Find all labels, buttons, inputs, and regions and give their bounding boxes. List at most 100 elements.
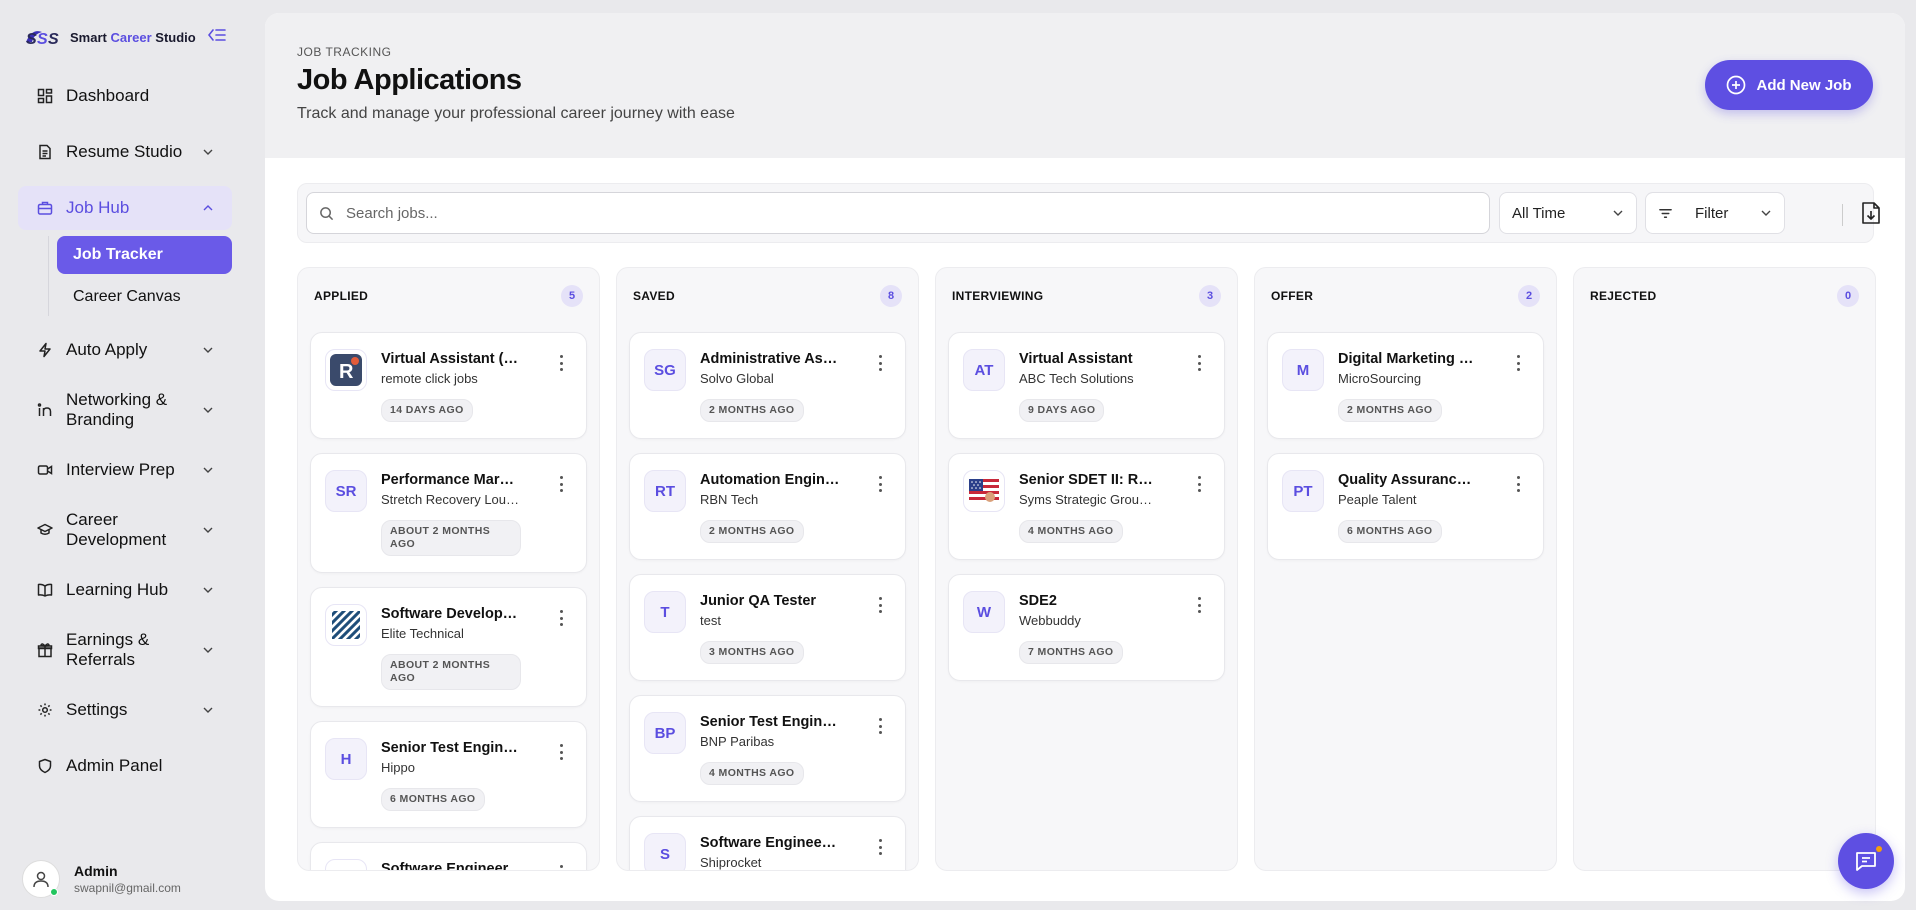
more-options-icon[interactable] bbox=[1196, 355, 1202, 371]
sidebar-item-dashboard[interactable]: Dashboard bbox=[18, 74, 232, 118]
time-badge: 9 DAYS AGO bbox=[1019, 399, 1105, 422]
job-title: Virtual Assistant (Full-Time) bbox=[381, 351, 521, 367]
online-status-dot bbox=[50, 888, 58, 896]
export-button[interactable] bbox=[1855, 197, 1887, 229]
svg-text:R: R bbox=[339, 361, 354, 383]
more-options-icon[interactable] bbox=[558, 865, 564, 870]
user-profile[interactable]: Admin swapnil@gmail.com bbox=[22, 860, 181, 898]
search-box bbox=[306, 192, 1490, 234]
sidebar-item-career-canvas[interactable]: Career Canvas bbox=[57, 278, 232, 316]
notification-dot bbox=[1876, 846, 1882, 852]
more-options-icon[interactable] bbox=[558, 610, 564, 626]
company-name: Solvo Global bbox=[700, 371, 774, 386]
document-icon bbox=[36, 143, 54, 161]
toolbar: All Time Filter bbox=[297, 183, 1880, 243]
sidebar-item-career-development[interactable]: Career Development bbox=[18, 504, 232, 556]
more-options-icon[interactable] bbox=[1515, 476, 1521, 492]
company-name: Hippo bbox=[381, 760, 415, 775]
column-count-badge: 8 bbox=[880, 285, 902, 307]
job-title: SDE2 bbox=[1019, 593, 1057, 609]
more-options-icon[interactable] bbox=[877, 718, 883, 734]
company-name: Webbuddy bbox=[1019, 613, 1081, 628]
column-count-badge: 2 bbox=[1518, 285, 1540, 307]
sidebar-item-networking-branding[interactable]: Networking & Branding bbox=[18, 384, 232, 436]
chevron-down-icon bbox=[203, 467, 213, 473]
add-new-job-button[interactable]: Add New Job bbox=[1705, 60, 1873, 110]
time-badge: 7 MONTHS AGO bbox=[1019, 641, 1123, 664]
sidebar-item-resume-studio[interactable]: Resume Studio bbox=[18, 130, 232, 174]
sidebar-item-job-tracker[interactable]: Job Tracker bbox=[57, 236, 232, 274]
svg-text:S: S bbox=[37, 31, 48, 48]
job-card[interactable]: H Senior Test Engineer Hippo 6 MONTHS AG… bbox=[310, 721, 587, 828]
job-card[interactable]: SR Performance Marketing Manager Stretch… bbox=[310, 453, 587, 573]
job-card[interactable]: AT Virtual Assistant ABC Tech Solutions … bbox=[948, 332, 1225, 439]
chat-support-button[interactable] bbox=[1838, 833, 1894, 889]
sidebar-item-learning-hub[interactable]: Learning Hub bbox=[18, 568, 232, 612]
job-card[interactable]: M Digital Marketing & SEO MicroSourcing … bbox=[1267, 332, 1544, 439]
job-card[interactable]: BP Senior Test Engineer BNP Paribas 4 MO… bbox=[629, 695, 906, 802]
sidebar-item-job-hub[interactable]: Job Hub bbox=[18, 186, 232, 230]
more-options-icon[interactable] bbox=[1196, 597, 1202, 613]
company-initials: H bbox=[325, 738, 367, 780]
sidebar-item-earnings-referrals[interactable]: Earnings & Referrals bbox=[18, 624, 232, 676]
column-offer: OFFER 2 M Digital Marketing & SEO MicroS… bbox=[1254, 267, 1557, 871]
job-card[interactable]: T Junior QA Tester test 3 MONTHS AGO bbox=[629, 574, 906, 681]
job-title: Administrative Assistant bbox=[700, 351, 840, 367]
column-rejected: REJECTED 0 bbox=[1573, 267, 1876, 871]
collapse-sidebar-icon[interactable] bbox=[207, 28, 226, 47]
column-count-badge: 0 bbox=[1837, 285, 1859, 307]
avatar bbox=[22, 860, 60, 898]
toolbar-divider bbox=[1842, 204, 1843, 226]
user-email: swapnil@gmail.com bbox=[74, 881, 181, 895]
job-card[interactable]: RT Automation Engineer RBN Tech 2 MONTHS… bbox=[629, 453, 906, 560]
svg-text:S: S bbox=[26, 31, 37, 48]
more-options-icon[interactable] bbox=[877, 597, 883, 613]
chevron-down-icon bbox=[1761, 210, 1771, 216]
job-card[interactable]: Software Development Engineer Elite Tech… bbox=[310, 587, 587, 707]
more-options-icon[interactable] bbox=[558, 355, 564, 371]
company-name: test bbox=[700, 613, 721, 628]
more-options-icon[interactable] bbox=[558, 744, 564, 760]
sidebar-item-auto-apply[interactable]: Auto Apply bbox=[18, 328, 232, 372]
user-icon bbox=[33, 871, 49, 888]
company-logo: R bbox=[325, 349, 367, 391]
job-card[interactable]: S Software Engineer / Developer Shiprock… bbox=[629, 816, 906, 870]
more-options-icon[interactable] bbox=[877, 476, 883, 492]
user-name: Admin bbox=[74, 863, 118, 879]
job-title: Software Engineer bbox=[381, 861, 509, 871]
more-options-icon[interactable] bbox=[877, 355, 883, 371]
job-card[interactable]: PT Quality Assurance Analyst Peaple Tale… bbox=[1267, 453, 1544, 560]
time-badge: 3 MONTHS AGO bbox=[700, 641, 804, 664]
time-filter-select[interactable]: All Time bbox=[1499, 192, 1637, 234]
sidebar-item-settings[interactable]: Settings bbox=[18, 688, 232, 732]
more-options-icon[interactable] bbox=[1196, 476, 1202, 492]
chevron-down-icon bbox=[1613, 210, 1623, 216]
job-card[interactable]: Senior SDET II: Remote Syms Strategic Gr… bbox=[948, 453, 1225, 560]
job-card[interactable]: W SDE2 Webbuddy 7 MONTHS AGO bbox=[948, 574, 1225, 681]
job-card[interactable]: Software Engineer bbox=[310, 842, 587, 871]
filter-button[interactable]: Filter bbox=[1645, 192, 1785, 234]
more-options-icon[interactable] bbox=[1515, 355, 1521, 371]
job-card[interactable]: SG Administrative Assistant Solvo Global… bbox=[629, 332, 906, 439]
column-title: OFFER bbox=[1271, 289, 1314, 303]
sidebar-item-admin-panel[interactable]: Admin Panel bbox=[18, 744, 232, 788]
column-count-badge: 3 bbox=[1199, 285, 1221, 307]
sidebar-nav: Dashboard Resume Studio Job Hub Job Trac… bbox=[18, 74, 232, 788]
briefcase-icon bbox=[36, 199, 54, 217]
add-new-job-label: Add New Job bbox=[1756, 76, 1852, 94]
company-initials: RT bbox=[644, 470, 686, 512]
more-options-icon[interactable] bbox=[877, 839, 883, 855]
page-eyebrow: JOB TRACKING bbox=[297, 45, 392, 59]
job-title: Senior SDET II: Remote bbox=[1019, 472, 1159, 488]
more-options-icon[interactable] bbox=[558, 476, 564, 492]
sidebar-item-interview-prep[interactable]: Interview Prep bbox=[18, 448, 232, 492]
search-input[interactable] bbox=[346, 204, 1446, 222]
job-card[interactable]: R Virtual Assistant (Full-Time) remote c… bbox=[310, 332, 587, 439]
graduation-cap-icon bbox=[36, 521, 54, 539]
bolt-icon bbox=[36, 341, 54, 359]
company-name: Peaple Talent bbox=[1338, 492, 1417, 507]
job-title: Software Development Engineer bbox=[381, 606, 521, 622]
company-initials: M bbox=[1282, 349, 1324, 391]
company-name: Elite Technical bbox=[381, 626, 464, 641]
time-badge: 2 MONTHS AGO bbox=[1338, 399, 1442, 422]
